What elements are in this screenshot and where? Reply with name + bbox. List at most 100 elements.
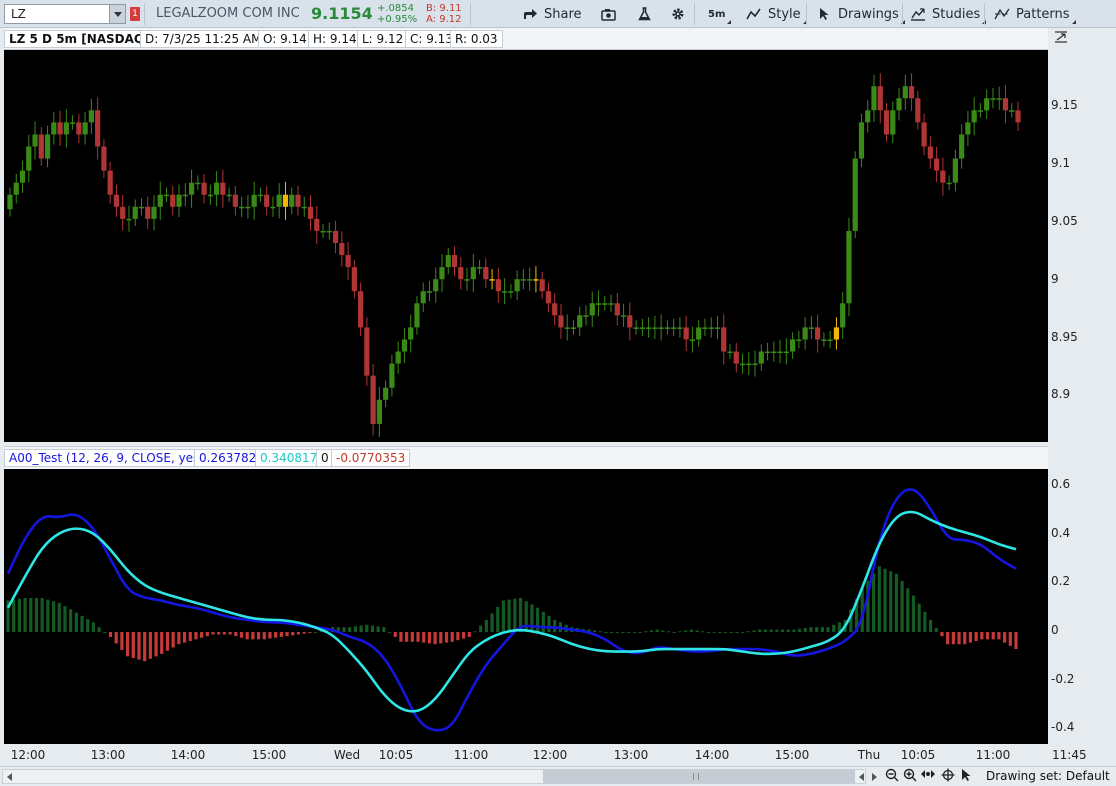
candle-body (683, 327, 689, 340)
candle (201, 173, 207, 204)
drawings-button[interactable]: Drawings (812, 3, 905, 25)
candle (934, 146, 940, 183)
histogram-bar (695, 630, 699, 633)
candle-body (708, 327, 714, 329)
candle (270, 196, 276, 217)
zoom-in-icon[interactable] (902, 768, 918, 784)
histogram-bar (376, 626, 380, 633)
candle-body (195, 182, 201, 185)
candle (245, 195, 251, 219)
candle-body (746, 363, 752, 366)
histogram-bar (222, 632, 227, 635)
candle (764, 342, 771, 361)
candle-body (32, 134, 38, 147)
pan-horizontal-icon[interactable] (920, 768, 936, 784)
histogram-bar (80, 615, 84, 633)
candle-body (658, 327, 664, 329)
zoom-out-icon[interactable] (884, 768, 900, 784)
candle (852, 151, 858, 239)
thinkorswim-chart-window: LZ 1 LEGALZOOM COM INC 9.1154 +.0854 +0.… (0, 0, 1116, 786)
histogram-bar (433, 632, 437, 645)
crosshair-icon[interactable] (940, 768, 956, 784)
drawing-set-selector[interactable]: Drawing set: Default (986, 769, 1110, 783)
candle-body (764, 351, 771, 354)
histogram-bar (422, 632, 426, 643)
candle (877, 73, 883, 124)
candle (520, 269, 526, 290)
scroll-right-arrow-icon[interactable] (872, 773, 877, 781)
bar-high: H: 9.14 (308, 30, 362, 48)
candle (489, 269, 495, 290)
histogram-bar (114, 632, 118, 644)
snapshot-button[interactable] (596, 3, 620, 25)
histogram-bar (370, 625, 375, 633)
symbol-dropdown-arrow-icon[interactable] (109, 5, 125, 23)
candle-body (170, 194, 176, 207)
candle-body (714, 327, 721, 329)
histogram-bar (706, 632, 711, 634)
scrollbar-thumb[interactable] (543, 770, 855, 783)
indicator-tick: -0.4 (1051, 720, 1075, 734)
share-button[interactable]: Share (518, 3, 586, 25)
style-button[interactable]: Style (742, 3, 807, 25)
price-chart[interactable] (4, 50, 1048, 442)
studies-button[interactable]: Studies (906, 3, 987, 25)
candle (589, 291, 595, 327)
histogram-bar (46, 599, 50, 633)
histogram-bar (382, 627, 386, 633)
candle-body (959, 134, 965, 159)
price-chart-pane[interactable] (4, 50, 1048, 442)
candle (182, 183, 188, 207)
indicator-chart[interactable] (4, 469, 1048, 744)
horizontal-scrollbar[interactable] (2, 769, 866, 784)
candle-body (151, 206, 157, 219)
time-tick: Wed (333, 748, 361, 762)
pointer-cursor-icon[interactable] (958, 768, 974, 784)
candle-body (689, 339, 696, 341)
symbol-selector[interactable]: LZ (4, 4, 126, 24)
histogram-bar (718, 632, 722, 634)
histogram-bar (615, 632, 619, 634)
settings-button[interactable] (666, 3, 690, 25)
histogram-bar (29, 597, 33, 633)
candle-body (520, 279, 526, 281)
scroll-left-arrow-icon[interactable] (7, 773, 12, 781)
candle (790, 332, 796, 359)
histogram-bar (610, 632, 614, 634)
patterns-button[interactable]: Patterns (990, 3, 1076, 25)
indicator-tick: 0.2 (1051, 574, 1071, 588)
bottom-bar: Drawing set: Default (0, 766, 1116, 786)
candle-body (927, 146, 933, 159)
link-group-badge[interactable]: 1 (130, 7, 140, 21)
expand-chart-icon[interactable] (1054, 30, 1068, 44)
candle (627, 302, 633, 341)
candle-body (220, 182, 226, 195)
candle-body (614, 303, 620, 316)
candle-body (771, 351, 777, 354)
candle (608, 294, 614, 312)
scroll-left-end-arrow-icon[interactable] (859, 773, 864, 781)
candle-body (201, 182, 207, 195)
histogram-bar (598, 631, 602, 633)
histogram-bar (621, 632, 625, 634)
cursor-arrow-icon (816, 6, 832, 22)
indicator-name[interactable]: A00_Test (12, 26, 9, CLOSE, yes) (4, 449, 209, 467)
flask-button[interactable] (632, 3, 656, 25)
histogram-bar (501, 600, 506, 633)
candle-body (188, 182, 195, 195)
indicator-chart-pane[interactable] (4, 469, 1048, 744)
bar-range: R: 0.03 (450, 30, 503, 48)
candle (865, 100, 871, 133)
candle-body (358, 291, 364, 328)
candle-body (70, 122, 76, 124)
interval-button[interactable]: 5m (704, 3, 732, 25)
candle-body (965, 122, 971, 135)
histogram-bar (997, 632, 1001, 640)
candle-body (827, 339, 833, 341)
price-axis[interactable]: 9.15 9.1 9.05 9 8.95 8.9 0.6 0.4 0.2 0 -… (1048, 28, 1116, 744)
candle-body (132, 206, 138, 219)
candle-body (326, 230, 332, 233)
time-axis[interactable]: 12:00 13:00 14:00 15:00 Wed 10:05 11:00 … (4, 744, 1048, 766)
histogram-bar (797, 628, 802, 633)
symbol-input[interactable]: LZ (11, 7, 26, 21)
